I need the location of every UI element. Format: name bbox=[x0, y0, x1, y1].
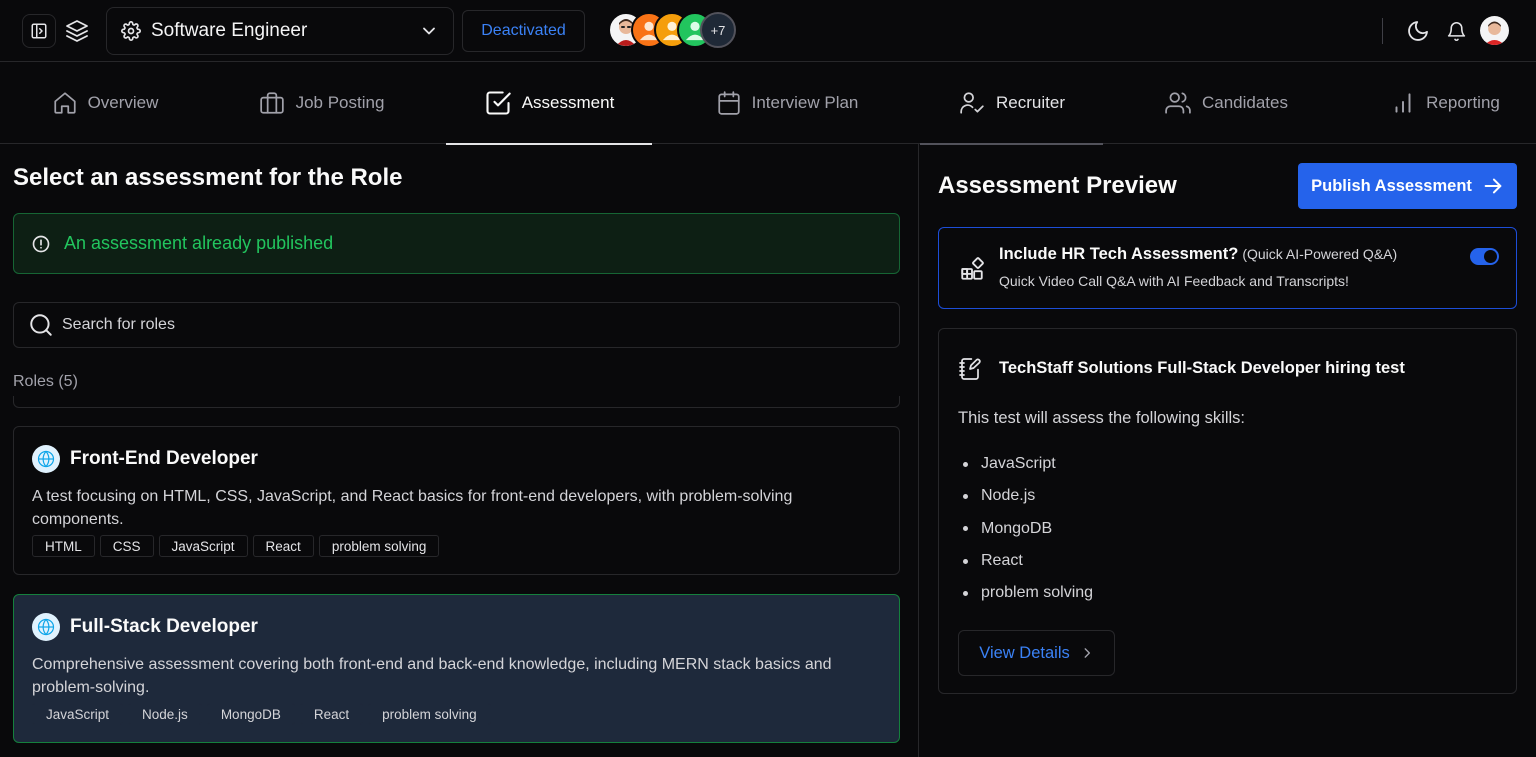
layers-icon bbox=[66, 20, 88, 42]
skill-tag: React bbox=[252, 535, 314, 557]
briefcase-icon bbox=[259, 92, 284, 114]
skill-tag: MongoDB bbox=[206, 703, 295, 725]
users-icon bbox=[1165, 92, 1191, 114]
publish-button-label: Publish Assessment bbox=[1311, 176, 1472, 195]
roles-count: Roles (5) bbox=[13, 373, 78, 390]
publish-assessment-button[interactable]: Publish Assessment bbox=[1298, 163, 1517, 209]
role-select-value: Software Engineer bbox=[151, 20, 308, 41]
list-item: JavaScript bbox=[963, 448, 1093, 480]
tab-label: Interview Plan bbox=[751, 93, 859, 112]
tab-label: Reporting bbox=[1426, 93, 1500, 112]
tab-interview-plan[interactable]: Interview Plan bbox=[702, 62, 872, 144]
hr-title-text: Include HR Tech Assessment? bbox=[999, 245, 1239, 263]
role-title: Front-End Developer bbox=[70, 448, 258, 469]
test-intro: This test will assess the following skil… bbox=[958, 409, 1246, 427]
list-item: problem solving bbox=[963, 577, 1093, 609]
blocks-icon bbox=[961, 257, 984, 280]
view-details-button[interactable]: View Details bbox=[958, 630, 1115, 676]
globe-icon bbox=[32, 613, 60, 641]
calendar-icon bbox=[717, 91, 740, 115]
arrow-right-icon bbox=[1484, 178, 1502, 194]
hr-option-description: Quick Video Call Q&A with AI Feedback an… bbox=[999, 273, 1349, 289]
list-item: React bbox=[963, 545, 1093, 577]
user-photo-icon bbox=[1484, 21, 1505, 45]
hr-assessment-option: Include HR Tech Assessment? (Quick AI-Pow… bbox=[938, 227, 1517, 309]
view-details-label: View Details bbox=[979, 643, 1070, 662]
globe-icon bbox=[32, 445, 60, 473]
skill-tags: HTML CSS JavaScript React problem solvin… bbox=[32, 535, 881, 557]
test-summary-card: TechStaff Solutions Full-Stack Developer… bbox=[938, 328, 1517, 694]
skill-tag: problem solving bbox=[318, 535, 440, 557]
bell-icon bbox=[1447, 21, 1465, 41]
hr-assessment-toggle[interactable] bbox=[1470, 248, 1499, 265]
published-alert: An assessment already published bbox=[13, 213, 900, 274]
more-collaborators-count[interactable]: +7 bbox=[700, 12, 736, 48]
tab-label: Job Posting bbox=[295, 93, 385, 112]
sidebar-toggle-button[interactable] bbox=[22, 14, 56, 48]
skill-tag: CSS bbox=[99, 535, 154, 557]
skills-list: JavaScript Node.js MongoDB React problem… bbox=[963, 448, 1093, 609]
tab-candidates[interactable]: Candidates bbox=[1152, 62, 1300, 144]
role-select[interactable]: Software Engineer bbox=[106, 7, 454, 55]
role-card-full-stack-developer[interactable]: Full-Stack Developer Comprehensive asses… bbox=[13, 594, 900, 743]
skill-tag: Node.js bbox=[128, 703, 202, 725]
layers-button[interactable] bbox=[62, 14, 92, 48]
gear-icon bbox=[121, 21, 141, 41]
role-description: Comprehensive assessment covering both f… bbox=[32, 656, 832, 696]
list-item: MongoDB bbox=[963, 513, 1093, 545]
tab-assessment[interactable]: Assessment bbox=[446, 62, 652, 145]
tab-recruiter[interactable]: Recruiter bbox=[920, 62, 1103, 145]
theme-toggle-button[interactable] bbox=[1403, 16, 1433, 46]
role-card-front-end-developer[interactable]: Front-End Developer A test focusing on H… bbox=[13, 426, 900, 575]
skill-tags: JavaScript Node.js MongoDB React problem… bbox=[32, 703, 881, 725]
user-check-icon bbox=[960, 92, 984, 114]
alert-circle-icon bbox=[32, 235, 50, 252]
role-search bbox=[13, 302, 900, 348]
tab-job-posting[interactable]: Job Posting bbox=[245, 62, 397, 144]
skill-tag: HTML bbox=[32, 535, 95, 557]
skill-tag: JavaScript bbox=[158, 535, 248, 557]
checkbox-icon bbox=[486, 91, 511, 115]
assessment-selection-panel: Select an assessment for the Role An ass… bbox=[0, 144, 918, 757]
divider bbox=[1382, 18, 1383, 44]
role-description: A test focusing on HTML, CSS, JavaScript… bbox=[32, 488, 793, 528]
alert-text: An assessment already published bbox=[64, 233, 334, 253]
skill-tag: JavaScript bbox=[32, 703, 124, 725]
chevron-right-icon bbox=[1084, 648, 1090, 658]
user-avatar[interactable] bbox=[1480, 16, 1509, 45]
tab-overview[interactable]: Overview bbox=[40, 62, 170, 144]
skill-tag: problem solving bbox=[368, 703, 491, 725]
toggle-knob bbox=[1484, 250, 1497, 263]
tab-label: Candidates bbox=[1201, 93, 1288, 112]
list-item-edge bbox=[13, 396, 900, 408]
assessment-preview-panel: Assessment Preview Publish Assessment In… bbox=[919, 144, 1536, 757]
search-input[interactable] bbox=[62, 316, 885, 334]
top-bar: Software Engineer Deactivated +7 bbox=[0, 0, 1536, 62]
collaborator-avatars[interactable]: +7 bbox=[608, 12, 736, 50]
chevron-down-icon bbox=[423, 27, 435, 35]
tab-label: Assessment bbox=[521, 93, 615, 112]
hr-option-title: Include HR Tech Assessment? (Quick AI-Pow… bbox=[999, 245, 1397, 264]
home-icon bbox=[53, 92, 76, 114]
notebook-pen-icon bbox=[959, 358, 981, 380]
list-item: Node.js bbox=[963, 480, 1093, 512]
hr-subtitle: (Quick AI-Powered Q&A) bbox=[1242, 246, 1398, 262]
bar-chart-icon bbox=[1395, 93, 1411, 113]
skill-tag: React bbox=[299, 703, 364, 725]
test-title: TechStaff Solutions Full-Stack Developer… bbox=[999, 359, 1405, 377]
moon-icon bbox=[1408, 21, 1428, 41]
notifications-button[interactable] bbox=[1441, 16, 1471, 46]
preview-title: Assessment Preview bbox=[938, 172, 1177, 199]
tab-label: Overview bbox=[87, 93, 159, 112]
status-badge[interactable]: Deactivated bbox=[462, 10, 585, 52]
search-icon bbox=[30, 314, 52, 336]
role-title: Full-Stack Developer bbox=[70, 616, 258, 637]
page-title: Select an assessment for the Role bbox=[13, 164, 403, 191]
tab-bar: Overview Job Posting Assessment Intervie… bbox=[0, 62, 1536, 145]
tab-label: Recruiter bbox=[996, 93, 1065, 112]
sidebar-icon bbox=[31, 23, 47, 39]
tab-reporting[interactable]: Reporting bbox=[1380, 62, 1510, 144]
